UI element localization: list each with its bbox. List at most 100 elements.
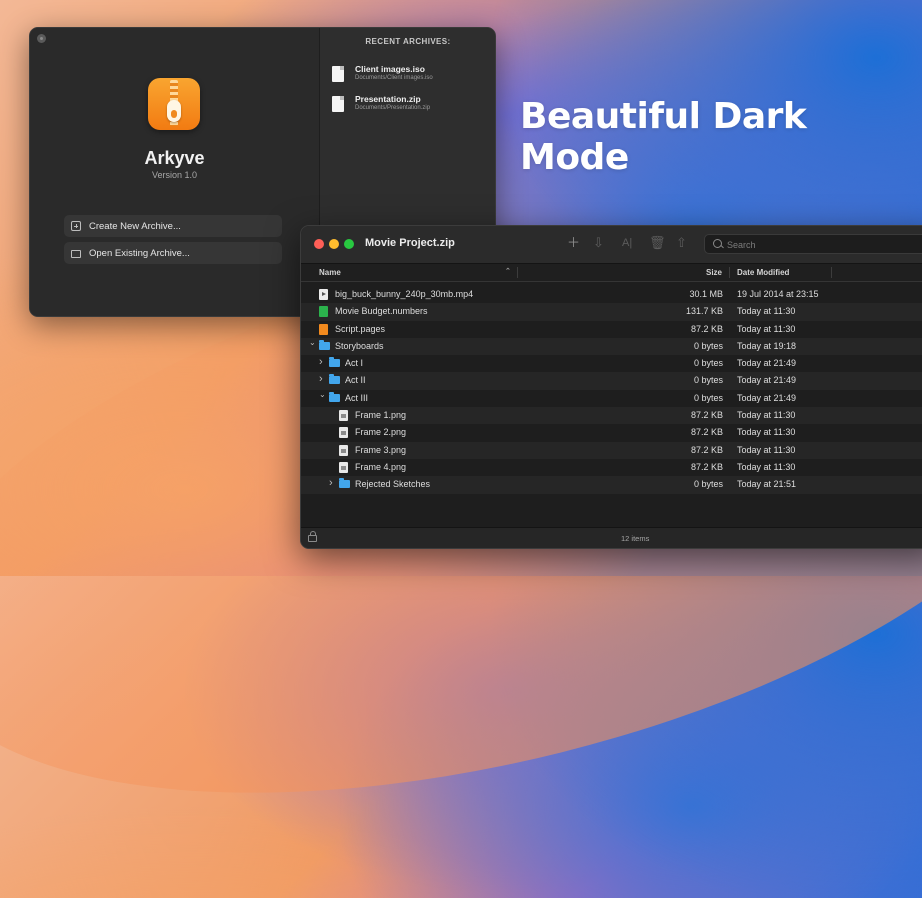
column-divider[interactable] xyxy=(517,267,518,278)
recent-archives-title: RECENT ARCHIVES: xyxy=(365,37,451,46)
table-row[interactable]: › Act I 0 bytes Today at 21:49 xyxy=(301,355,922,372)
column-name[interactable]: Name xyxy=(319,268,341,277)
table-row[interactable]: Frame 3.png 87.2 KB Today at 11:30 xyxy=(301,441,922,459)
search-icon xyxy=(713,239,722,248)
open-archive-label: Open Existing Archive... xyxy=(89,247,190,259)
chevron-right-icon[interactable]: › xyxy=(319,356,323,368)
search-input[interactable] xyxy=(725,237,922,253)
plus-square-icon xyxy=(71,221,81,231)
png-file-icon xyxy=(339,461,348,473)
zoom-window-button[interactable] xyxy=(344,239,354,249)
sort-chevron-up-icon[interactable]: ⌃ xyxy=(505,267,511,275)
row-name: Act II xyxy=(345,375,366,386)
chevron-down-icon[interactable]: ⌄ xyxy=(319,390,326,399)
share-icon[interactable]: ⇧ xyxy=(676,236,687,250)
create-archive-label: Create New Archive... xyxy=(89,220,181,232)
row-date: Today at 21:49 xyxy=(737,358,797,369)
rename-icon[interactable]: A| xyxy=(622,236,632,250)
row-size: 0 bytes xyxy=(693,479,723,490)
extract-icon[interactable]: ⇩ xyxy=(593,236,604,250)
row-date: Today at 19:18 xyxy=(737,340,797,351)
file-list: big_buck_bunny_240p_30mb.mp4 30.1 MB 19 Ju… xyxy=(301,286,922,494)
row-size: 87.2 KB xyxy=(690,427,723,438)
row-date: Today at 21:49 xyxy=(737,375,797,386)
folder-icon xyxy=(339,478,350,489)
mp4-file-icon xyxy=(319,289,328,300)
open-archive-button[interactable]: Open Existing Archive... xyxy=(64,242,282,264)
row-size: 87.2 KB xyxy=(690,461,723,472)
png-file-icon xyxy=(339,427,348,439)
close-window-button[interactable] xyxy=(314,239,324,249)
row-size: 87.2 KB xyxy=(690,323,723,334)
row-name: Movie Budget.numbers xyxy=(335,306,428,317)
app-icon xyxy=(148,78,200,130)
row-name: Frame 2.png xyxy=(355,427,407,438)
table-row[interactable]: Script.pages 87.2 KB Today at 11:30 xyxy=(301,321,922,338)
recent-item[interactable]: Client images.iso Documents/Client image… xyxy=(332,64,492,88)
chevron-right-icon[interactable]: › xyxy=(329,477,333,489)
zip-pull-icon xyxy=(167,100,181,122)
table-row[interactable]: › Act II 0 bytes Today at 21:49 xyxy=(301,372,922,390)
table-row[interactable]: › Rejected Sketches 0 bytes Today at 21:51 xyxy=(301,476,922,494)
row-name: Rejected Sketches xyxy=(355,479,431,490)
chevron-down-icon[interactable]: ⌄ xyxy=(309,338,316,347)
row-size: 30.1 MB xyxy=(689,289,723,299)
close-button[interactable] xyxy=(37,34,46,43)
table-row[interactable]: big_buck_bunny_240p_30mb.mp4 30.1 MB 19 Ju… xyxy=(301,286,922,303)
column-divider[interactable] xyxy=(831,267,832,278)
add-icon[interactable]: ＋ xyxy=(567,236,580,250)
row-name: Frame 4.png xyxy=(355,461,407,472)
recent-item-path: Documents/Client images.iso xyxy=(355,75,433,81)
archive-window: Movie Project.zip ＋ ⇩ A| 🗑 ⇧ Name ⌃ Size… xyxy=(300,225,922,549)
table-row[interactable]: ⌄ Act III 0 bytes Today at 21:49 xyxy=(301,390,922,407)
pages-file-icon xyxy=(319,323,328,335)
folder-icon xyxy=(329,374,340,385)
column-divider[interactable] xyxy=(729,267,730,278)
recent-item[interactable]: Presentation.zip Documents/Presentation.… xyxy=(332,94,492,118)
chevron-right-icon[interactable]: › xyxy=(319,373,323,385)
table-row[interactable]: Frame 4.png 87.2 KB Today at 11:30 xyxy=(301,459,922,476)
row-size: 131.7 KB xyxy=(685,306,723,317)
table-row[interactable]: Movie Budget.numbers 131.7 KB Today at 11:… xyxy=(301,303,922,321)
row-date: Today at 21:51 xyxy=(737,479,797,490)
row-date: Today at 11:30 xyxy=(737,410,796,421)
headline: Beautiful Dark Mode xyxy=(520,96,807,178)
row-name: Frame 1.png xyxy=(355,410,407,421)
row-size: 0 bytes xyxy=(693,340,723,351)
table-row[interactable]: Frame 1.png 87.2 KB Today at 11:30 xyxy=(301,407,922,425)
column-size[interactable]: Size xyxy=(706,268,722,277)
document-icon xyxy=(332,96,344,112)
png-file-icon xyxy=(339,444,348,456)
status-bar: 12 items xyxy=(301,527,922,548)
numbers-file-icon xyxy=(319,306,328,318)
create-archive-button[interactable]: Create New Archive... xyxy=(64,215,282,237)
table-row[interactable]: ⌄ Storyboards 0 bytes Today at 19:18 xyxy=(301,337,922,356)
item-count: 12 items xyxy=(621,534,650,543)
folder-icon xyxy=(329,391,340,402)
table-row[interactable]: Frame 2.png 87.2 KB Today at 11:30 xyxy=(301,424,922,441)
trash-icon[interactable]: 🗑 xyxy=(649,236,666,250)
row-name: Act III xyxy=(345,392,369,403)
app-name: Arkyve xyxy=(144,148,205,168)
row-name: big_buck_bunny_240p_30mb.mp4 xyxy=(335,289,474,299)
row-name: Script.pages xyxy=(335,323,386,334)
row-size: 0 bytes xyxy=(693,392,723,403)
search-field[interactable] xyxy=(704,234,922,254)
titlebar: Movie Project.zip ＋ ⇩ A| 🗑 ⇧ xyxy=(301,226,922,264)
recent-item-name: Presentation.zip xyxy=(355,94,421,104)
row-date: 19 Jul 2014 at 23:15 xyxy=(737,289,819,299)
png-file-icon xyxy=(339,410,348,422)
recent-item-name: Client images.iso xyxy=(355,64,425,74)
row-name: Storyboards xyxy=(335,340,384,351)
row-size: 87.2 KB xyxy=(690,444,723,455)
row-size: 87.2 KB xyxy=(690,410,723,421)
lock-icon[interactable] xyxy=(308,531,317,542)
row-date: Today at 11:30 xyxy=(737,461,796,472)
row-size: 0 bytes xyxy=(693,358,723,369)
folder-icon xyxy=(319,339,330,350)
minimize-window-button[interactable] xyxy=(329,239,339,249)
column-date[interactable]: Date Modified xyxy=(737,268,789,277)
column-header: Name ⌃ Size Date Modified xyxy=(301,264,922,282)
window-title: Movie Project.zip xyxy=(365,237,455,249)
row-date: Today at 11:30 xyxy=(737,323,796,334)
